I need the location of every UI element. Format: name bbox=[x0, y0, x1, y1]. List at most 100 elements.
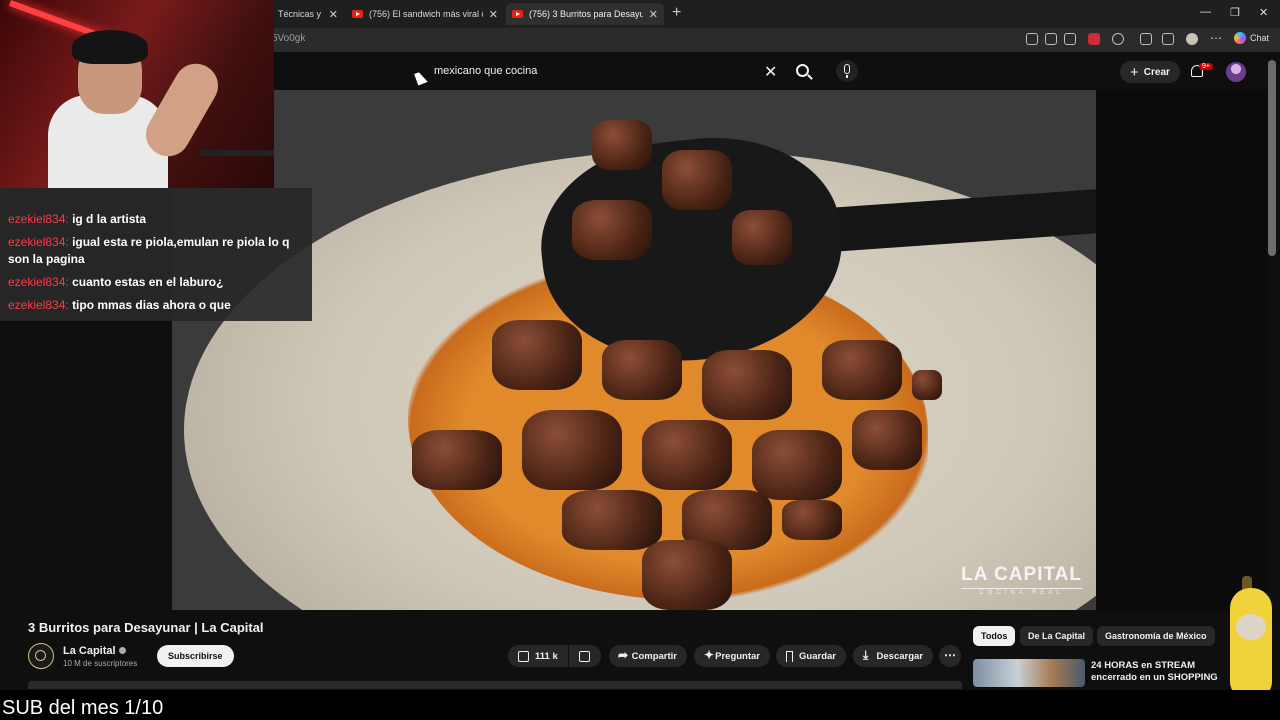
copilot-icon bbox=[1234, 32, 1246, 44]
extension-icon[interactable] bbox=[1088, 33, 1100, 45]
channel-avatar[interactable] bbox=[28, 643, 54, 669]
sparkle-icon bbox=[704, 648, 714, 662]
webcam-mic-arm bbox=[200, 150, 274, 156]
tab-tecnicas[interactable]: Técnicas y Reflexiones ✕ bbox=[272, 3, 344, 25]
bookmark-icon bbox=[786, 650, 794, 662]
chat-message: ezekiel834: igual esta re piola,emulan r… bbox=[8, 234, 304, 268]
video-frame-meat bbox=[822, 340, 902, 400]
minimize-icon[interactable]: — bbox=[1200, 6, 1211, 18]
search-box[interactable]: mexicano que cocina ✕ bbox=[424, 60, 824, 84]
chat-username: ezekiel834: bbox=[8, 275, 69, 289]
close-icon[interactable]: ✕ bbox=[489, 8, 498, 21]
recommendation-thumbnail[interactable] bbox=[973, 659, 1085, 687]
video-frame-meat bbox=[912, 370, 942, 400]
notifications-badge: 9+ bbox=[1199, 63, 1213, 70]
subscribe-button[interactable]: Subscribirse bbox=[157, 645, 234, 667]
chip-todos[interactable]: Todos bbox=[973, 626, 1016, 646]
close-icon[interactable]: ✕ bbox=[329, 8, 338, 21]
chat-button[interactable]: Chat bbox=[1234, 32, 1269, 44]
download-button[interactable]: Descargar bbox=[853, 645, 933, 667]
tab-title: Técnicas y Reflexiones bbox=[278, 9, 323, 19]
channel-name-text[interactable]: La Capital bbox=[63, 645, 116, 657]
more-actions-icon[interactable]: ⋯ bbox=[939, 645, 961, 667]
video-frame-meat bbox=[602, 340, 682, 400]
channel-watermark: LA CAPITAL COCINA REAL bbox=[961, 564, 1082, 596]
plus-icon: + bbox=[1130, 63, 1139, 81]
apps-icon[interactable] bbox=[1045, 33, 1057, 45]
video-side-area bbox=[1096, 90, 1268, 610]
video-frame-meat bbox=[572, 200, 652, 260]
video-frame-meat bbox=[702, 350, 792, 420]
youtube-favicon-icon bbox=[512, 10, 523, 18]
star-icon[interactable] bbox=[1064, 33, 1076, 45]
tab-burritos[interactable]: (756) 3 Burritos para Desayunar | La Cap… bbox=[506, 3, 664, 25]
video-player[interactable]: LA CAPITAL COCINA REAL bbox=[172, 90, 1096, 610]
translate-icon[interactable] bbox=[1026, 33, 1038, 45]
video-frame-meat bbox=[492, 320, 582, 390]
youtube-favicon-icon bbox=[352, 10, 363, 18]
close-icon[interactable]: ✕ bbox=[649, 8, 658, 21]
thumbs-down-icon bbox=[579, 650, 590, 662]
microphone-icon[interactable] bbox=[836, 60, 858, 82]
tab-title: (756) El sandwich más viral del mundo bbox=[369, 9, 483, 19]
download-icon bbox=[863, 648, 871, 663]
dislike-button[interactable] bbox=[569, 645, 601, 667]
video-frame-meat bbox=[732, 210, 792, 265]
share-button[interactable]: Compartir bbox=[609, 645, 687, 667]
create-label: Crear bbox=[1143, 66, 1170, 78]
refresh-extension-icon[interactable] bbox=[1112, 33, 1124, 45]
user-avatar[interactable] bbox=[1226, 62, 1246, 82]
video-frame-meat bbox=[642, 540, 732, 610]
puzzle-icon[interactable] bbox=[1140, 33, 1152, 45]
stream-bottom-bar bbox=[0, 690, 1280, 720]
streamer-webcam bbox=[0, 0, 274, 188]
video-frame-meat bbox=[752, 430, 842, 500]
recommendation-title[interactable]: 24 HORAS en STREAM encerrado en un SHOPP… bbox=[1091, 660, 1221, 684]
save-button[interactable]: Guardar bbox=[776, 645, 846, 667]
sub-goal-text: SUB del mes 1/10 bbox=[2, 697, 164, 719]
ask-button[interactable]: Preguntar bbox=[694, 645, 770, 667]
video-frame-meat bbox=[642, 420, 732, 490]
chat-message: ezekiel834: cuanto estas en el laburo¿ bbox=[8, 274, 304, 291]
video-title: 3 Burritos para Desayunar | La Capital bbox=[28, 620, 264, 635]
tab-title: (756) 3 Burritos para Desayunar | La Cap… bbox=[529, 9, 643, 19]
download-label: Descargar bbox=[876, 650, 923, 662]
chat-message: ezekiel834: ig d la artista bbox=[8, 211, 304, 228]
watermark-main: LA CAPITAL bbox=[961, 564, 1082, 585]
chip-de-la-capital[interactable]: De La Capital bbox=[1020, 626, 1094, 646]
ask-label: Preguntar bbox=[715, 650, 760, 662]
chat-text: tipo mmas dias ahora o que bbox=[72, 298, 231, 312]
share-icon bbox=[618, 648, 627, 662]
banana-cat-sticker bbox=[1224, 574, 1280, 704]
verified-icon bbox=[118, 647, 126, 654]
search-input[interactable]: mexicano que cocina bbox=[434, 65, 537, 77]
video-frame-meat bbox=[522, 410, 622, 490]
page-scrollbar[interactable] bbox=[1268, 60, 1276, 256]
restore-icon[interactable]: ❐ bbox=[1230, 6, 1240, 19]
tab-sandwich[interactable]: (756) El sandwich más viral del mundo ✕ bbox=[346, 3, 504, 25]
subscriber-count: 10 M de suscriptores bbox=[63, 659, 138, 668]
close-window-icon[interactable]: ✕ bbox=[1259, 6, 1268, 19]
chat-text: ig d la artista bbox=[72, 212, 147, 226]
clear-search-icon[interactable]: ✕ bbox=[764, 62, 777, 82]
description-box[interactable] bbox=[28, 681, 962, 689]
search-icon[interactable] bbox=[796, 64, 809, 77]
channel-name[interactable]: La Capital bbox=[63, 645, 126, 657]
chat-label: Chat bbox=[1250, 33, 1270, 43]
video-frame-meat bbox=[852, 410, 922, 470]
new-tab-icon[interactable]: + bbox=[672, 4, 681, 22]
watermark-sub: COCINA REAL bbox=[961, 588, 1082, 596]
like-button[interactable]: 111 k bbox=[508, 645, 568, 667]
more-icon[interactable]: ⋯ bbox=[1210, 32, 1222, 45]
thumbs-up-icon bbox=[518, 650, 529, 662]
share-label: Compartir bbox=[631, 650, 677, 662]
favorites-icon[interactable] bbox=[1162, 33, 1174, 45]
save-label: Guardar bbox=[799, 650, 836, 662]
profile-icon[interactable] bbox=[1186, 33, 1198, 45]
create-button[interactable]: + Crear bbox=[1120, 61, 1180, 83]
chat-username: ezekiel834: bbox=[8, 298, 69, 312]
cat-face bbox=[1236, 614, 1266, 640]
url-text[interactable]: 5Vo0gk bbox=[272, 33, 305, 44]
chip-gastronomia[interactable]: Gastronomía de México bbox=[1097, 626, 1215, 646]
video-frame-meat bbox=[782, 500, 842, 540]
